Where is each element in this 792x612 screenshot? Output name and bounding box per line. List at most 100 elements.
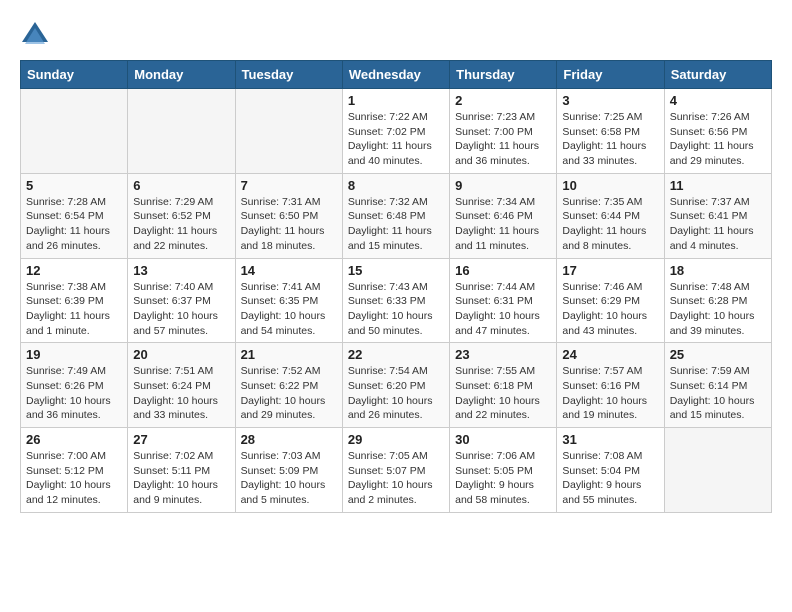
day-number: 6 <box>133 178 229 193</box>
day-info: Sunrise: 7:49 AM Sunset: 6:26 PM Dayligh… <box>26 364 122 423</box>
page-header <box>20 20 772 50</box>
calendar-cell: 17 Sunrise: 7:46 AM Sunset: 6:29 PM Dayli… <box>557 258 664 343</box>
day-number: 9 <box>455 178 551 193</box>
weekday-header-sunday: Sunday <box>21 61 128 89</box>
day-number: 5 <box>26 178 122 193</box>
day-info: Sunrise: 7:25 AM Sunset: 6:58 PM Dayligh… <box>562 110 658 169</box>
calendar-cell: 8Sunrise: 7:32 AM Sunset: 6:48 PM Daylig… <box>342 173 449 258</box>
day-number: 19 <box>26 347 122 362</box>
day-number: 29 <box>348 432 444 447</box>
day-number: 25 <box>670 347 766 362</box>
calendar-cell: 31 Sunrise: 7:08 AM Sunset: 5:04 PM Dayli… <box>557 428 664 513</box>
calendar-cell: 26Sunrise: 7:00 AM Sunset: 5:12 PM Dayli… <box>21 428 128 513</box>
day-number: 20 <box>133 347 229 362</box>
day-info: Sunrise: 7:37 AM Sunset: 6:41 PM Dayligh… <box>670 195 766 254</box>
day-number: 2 <box>455 93 551 108</box>
day-info: Sunrise: 7:03 AM Sunset: 5:09 PM Dayligh… <box>241 449 337 508</box>
day-info: Sunrise: 7:43 AM Sunset: 6:33 PM Dayligh… <box>348 280 444 339</box>
calendar-cell: 29 Sunrise: 7:05 AM Sunset: 5:07 PM Dayli… <box>342 428 449 513</box>
day-number: 28 <box>241 432 337 447</box>
weekday-row: SundayMondayTuesdayWednesdayThursdayFrid… <box>21 61 772 89</box>
calendar-cell: 10Sunrise: 7:35 AM Sunset: 6:44 PM Dayli… <box>557 173 664 258</box>
calendar-cell: 23Sunrise: 7:55 AM Sunset: 6:18 PM Dayli… <box>450 343 557 428</box>
calendar-header: SundayMondayTuesdayWednesdayThursdayFrid… <box>21 61 772 89</box>
day-number: 16 <box>455 263 551 278</box>
weekday-header-thursday: Thursday <box>450 61 557 89</box>
day-info: Sunrise: 7:08 AM Sunset: 5:04 PM Dayligh… <box>562 449 658 508</box>
calendar-cell <box>128 89 235 174</box>
calendar-cell: 15 Sunrise: 7:43 AM Sunset: 6:33 PM Dayli… <box>342 258 449 343</box>
calendar-body: 1 Sunrise: 7:22 AM Sunset: 7:02 PM Daylig… <box>21 89 772 513</box>
week-row-3: 19 Sunrise: 7:49 AM Sunset: 6:26 PM Dayli… <box>21 343 772 428</box>
calendar-cell <box>235 89 342 174</box>
week-row-2: 12 Sunrise: 7:38 AM Sunset: 6:39 PM Dayli… <box>21 258 772 343</box>
day-info: Sunrise: 7:34 AM Sunset: 6:46 PM Dayligh… <box>455 195 551 254</box>
day-info: Sunrise: 7:54 AM Sunset: 6:20 PM Dayligh… <box>348 364 444 423</box>
calendar-cell <box>21 89 128 174</box>
calendar-cell: 6 Sunrise: 7:29 AM Sunset: 6:52 PM Daylig… <box>128 173 235 258</box>
weekday-header-friday: Friday <box>557 61 664 89</box>
day-info: Sunrise: 7:48 AM Sunset: 6:28 PM Dayligh… <box>670 280 766 339</box>
weekday-header-wednesday: Wednesday <box>342 61 449 89</box>
day-number: 14 <box>241 263 337 278</box>
calendar-cell: 12 Sunrise: 7:38 AM Sunset: 6:39 PM Dayli… <box>21 258 128 343</box>
day-number: 7 <box>241 178 337 193</box>
calendar-cell: 16 Sunrise: 7:44 AM Sunset: 6:31 PM Dayli… <box>450 258 557 343</box>
day-number: 1 <box>348 93 444 108</box>
day-number: 10 <box>562 178 658 193</box>
calendar-cell: 9 Sunrise: 7:34 AM Sunset: 6:46 PM Daylig… <box>450 173 557 258</box>
week-row-4: 26Sunrise: 7:00 AM Sunset: 5:12 PM Dayli… <box>21 428 772 513</box>
day-number: 3 <box>562 93 658 108</box>
calendar-cell: 20 Sunrise: 7:51 AM Sunset: 6:24 PM Dayli… <box>128 343 235 428</box>
calendar-cell: 3 Sunrise: 7:25 AM Sunset: 6:58 PM Daylig… <box>557 89 664 174</box>
day-info: Sunrise: 7:40 AM Sunset: 6:37 PM Dayligh… <box>133 280 229 339</box>
calendar-cell: 7Sunrise: 7:31 AM Sunset: 6:50 PM Daylig… <box>235 173 342 258</box>
calendar-cell: 28 Sunrise: 7:03 AM Sunset: 5:09 PM Dayli… <box>235 428 342 513</box>
day-number: 12 <box>26 263 122 278</box>
day-info: Sunrise: 7:57 AM Sunset: 6:16 PM Dayligh… <box>562 364 658 423</box>
day-info: Sunrise: 7:44 AM Sunset: 6:31 PM Dayligh… <box>455 280 551 339</box>
calendar-cell: 4Sunrise: 7:26 AM Sunset: 6:56 PM Daylig… <box>664 89 771 174</box>
day-info: Sunrise: 7:51 AM Sunset: 6:24 PM Dayligh… <box>133 364 229 423</box>
day-number: 15 <box>348 263 444 278</box>
logo <box>20 20 54 50</box>
day-number: 13 <box>133 263 229 278</box>
calendar-cell: 21 Sunrise: 7:52 AM Sunset: 6:22 PM Dayli… <box>235 343 342 428</box>
calendar-cell: 1 Sunrise: 7:22 AM Sunset: 7:02 PM Daylig… <box>342 89 449 174</box>
day-number: 18 <box>670 263 766 278</box>
day-info: Sunrise: 7:22 AM Sunset: 7:02 PM Dayligh… <box>348 110 444 169</box>
weekday-header-tuesday: Tuesday <box>235 61 342 89</box>
day-number: 27 <box>133 432 229 447</box>
day-info: Sunrise: 7:59 AM Sunset: 6:14 PM Dayligh… <box>670 364 766 423</box>
calendar-cell: 2Sunrise: 7:23 AM Sunset: 7:00 PM Daylig… <box>450 89 557 174</box>
calendar-cell: 14 Sunrise: 7:41 AM Sunset: 6:35 PM Dayli… <box>235 258 342 343</box>
day-info: Sunrise: 7:28 AM Sunset: 6:54 PM Dayligh… <box>26 195 122 254</box>
calendar-cell: 30 Sunrise: 7:06 AM Sunset: 5:05 PM Dayli… <box>450 428 557 513</box>
day-info: Sunrise: 7:52 AM Sunset: 6:22 PM Dayligh… <box>241 364 337 423</box>
day-info: Sunrise: 7:38 AM Sunset: 6:39 PM Dayligh… <box>26 280 122 339</box>
day-number: 17 <box>562 263 658 278</box>
day-info: Sunrise: 7:06 AM Sunset: 5:05 PM Dayligh… <box>455 449 551 508</box>
calendar-cell: 5 Sunrise: 7:28 AM Sunset: 6:54 PM Daylig… <box>21 173 128 258</box>
logo-icon <box>20 20 50 50</box>
day-info: Sunrise: 7:26 AM Sunset: 6:56 PM Dayligh… <box>670 110 766 169</box>
calendar-cell: 11 Sunrise: 7:37 AM Sunset: 6:41 PM Dayli… <box>664 173 771 258</box>
calendar: SundayMondayTuesdayWednesdayThursdayFrid… <box>20 60 772 513</box>
calendar-cell: 22Sunrise: 7:54 AM Sunset: 6:20 PM Dayli… <box>342 343 449 428</box>
day-info: Sunrise: 7:41 AM Sunset: 6:35 PM Dayligh… <box>241 280 337 339</box>
day-info: Sunrise: 7:46 AM Sunset: 6:29 PM Dayligh… <box>562 280 658 339</box>
day-number: 11 <box>670 178 766 193</box>
calendar-cell: 24Sunrise: 7:57 AM Sunset: 6:16 PM Dayli… <box>557 343 664 428</box>
weekday-header-saturday: Saturday <box>664 61 771 89</box>
day-number: 31 <box>562 432 658 447</box>
day-info: Sunrise: 7:29 AM Sunset: 6:52 PM Dayligh… <box>133 195 229 254</box>
week-row-1: 5 Sunrise: 7:28 AM Sunset: 6:54 PM Daylig… <box>21 173 772 258</box>
day-info: Sunrise: 7:02 AM Sunset: 5:11 PM Dayligh… <box>133 449 229 508</box>
day-number: 8 <box>348 178 444 193</box>
day-number: 30 <box>455 432 551 447</box>
day-info: Sunrise: 7:05 AM Sunset: 5:07 PM Dayligh… <box>348 449 444 508</box>
day-number: 21 <box>241 347 337 362</box>
calendar-cell: 27 Sunrise: 7:02 AM Sunset: 5:11 PM Dayli… <box>128 428 235 513</box>
weekday-header-monday: Monday <box>128 61 235 89</box>
day-info: Sunrise: 7:00 AM Sunset: 5:12 PM Dayligh… <box>26 449 122 508</box>
